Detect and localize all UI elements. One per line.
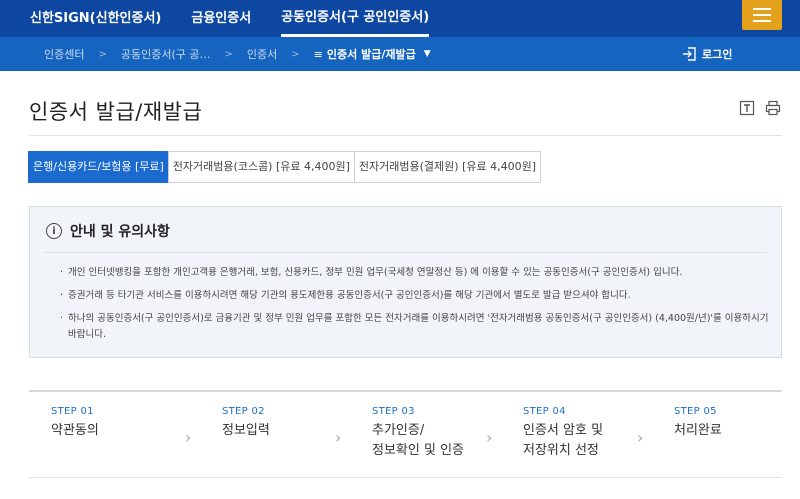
hamburger-menu-icon[interactable] <box>742 0 782 30</box>
breadcrumb-bar: 인증센터 > 공동인증서(구 공… > 인증서 > ≡ 인증서 발급/재발급 ▼… <box>0 37 800 71</box>
top-navigation-bar: 신한SIGN(신한인증서) 금융인증서 공동인증서(구 공인인증서) <box>0 0 800 37</box>
caret-down-icon[interactable]: ▼ <box>424 49 431 59</box>
notice-item: 하나의 공동인증서(구 공인인증서)로 금융기관 및 정부 민원 업무를 포함한… <box>60 311 772 343</box>
nav-financial-cert[interactable]: 금융인증서 <box>191 0 251 37</box>
step-label: 추가인증/ 정보확인 및 인증 <box>372 423 464 458</box>
breadcrumb: 인증센터 > 공동인증서(구 공… > 인증서 > ≡ 인증서 발급/재발급 ▼ <box>44 37 431 71</box>
notice-box: i 안내 및 유의사항 개인 인터넷뱅킹을 포함한 개인고객용 은행거래, 보험… <box>29 206 782 358</box>
step-1: STEP 01 약관동의 <box>51 406 99 441</box>
list-menu-icon: ≡ <box>313 47 323 61</box>
step-number: STEP 05 <box>674 406 717 417</box>
step-3: STEP 03 추가인증/ 정보확인 및 인증 <box>372 406 464 461</box>
notice-title: 안내 및 유의사항 <box>70 224 170 240</box>
top-nav: 신한SIGN(신한인증서) 금융인증서 공동인증서(구 공인인증서) <box>30 0 459 37</box>
step-number: STEP 01 <box>51 406 94 417</box>
tab-kftc-paid[interactable]: 전자거래범용(결제원) [유료 4,400원] <box>353 151 541 183</box>
process-steps: STEP 01 약관동의 › STEP 02 정보입력 › STEP 03 추가… <box>29 390 782 478</box>
chevron-right-icon: > <box>224 48 233 60</box>
text-size-icon[interactable] <box>739 100 755 116</box>
title-divider <box>29 135 782 136</box>
tab-bank-free[interactable]: 은행/신용카드/보험용 [무료] <box>28 151 169 183</box>
page-title: 인증서 발급/재발급 <box>29 100 203 124</box>
breadcrumb-item-center[interactable]: 인증센터 <box>44 46 84 62</box>
chevron-right-icon: › <box>185 428 192 447</box>
step-number: STEP 02 <box>222 406 265 417</box>
menu-bar <box>753 8 771 10</box>
chevron-right-icon: > <box>291 48 300 60</box>
step-label: 인증서 암호 및 저장위치 선정 <box>523 423 604 458</box>
step-4: STEP 04 인증서 암호 및 저장위치 선정 <box>523 406 603 461</box>
login-label: 로그인 <box>702 48 733 61</box>
menu-bar <box>753 20 771 22</box>
chevron-right-icon: › <box>637 428 644 447</box>
step-label: 정보입력 <box>222 423 270 438</box>
step-number: STEP 04 <box>523 406 566 417</box>
notice-item: 개인 인터넷뱅킹을 포함한 개인고객용 은행거래, 보험, 신용카드, 정부 민… <box>60 265 772 281</box>
nav-joint-cert[interactable]: 공동인증서(구 공인인증서) <box>281 0 430 37</box>
notice-header: i 안내 및 유의사항 <box>46 221 170 241</box>
login-icon <box>683 47 696 61</box>
login-button[interactable]: 로그인 <box>682 37 732 71</box>
chevron-right-icon: › <box>486 428 493 447</box>
step-2: STEP 02 정보입력 <box>222 406 270 441</box>
step-5: STEP 05 처리완료 <box>674 406 722 441</box>
notice-list: 개인 인터넷뱅킹을 포함한 개인고객용 은행거래, 보험, 신용카드, 정부 민… <box>60 265 772 350</box>
notice-divider <box>44 252 767 253</box>
step-label: 처리완료 <box>674 423 722 438</box>
step-number: STEP 03 <box>372 406 415 417</box>
title-tools <box>739 100 781 116</box>
tab-koscom-paid[interactable]: 전자거래범용(코스콤) [유료 4,400원] <box>167 151 355 183</box>
breadcrumb-item-cert[interactable]: 인증서 <box>247 46 277 62</box>
step-label: 약관동의 <box>51 423 99 438</box>
chevron-right-icon: > <box>98 48 107 60</box>
breadcrumb-current[interactable]: 인증서 발급/재발급 <box>327 46 416 62</box>
chevron-right-icon: › <box>335 428 342 447</box>
print-icon[interactable] <box>765 100 781 116</box>
info-icon: i <box>46 223 62 239</box>
notice-item: 증권거래 등 타기관 서비스를 이용하시려면 해당 기관의 용도제한용 공동인증… <box>60 288 772 304</box>
nav-shinhan-sign[interactable]: 신한SIGN(신한인증서) <box>30 0 161 37</box>
menu-bar <box>753 14 771 16</box>
breadcrumb-item-joint-cert[interactable]: 공동인증서(구 공… <box>121 46 211 62</box>
cert-type-tabs: 은행/신용카드/보험용 [무료] 전자거래범용(코스콤) [유료 4,400원]… <box>28 151 541 183</box>
